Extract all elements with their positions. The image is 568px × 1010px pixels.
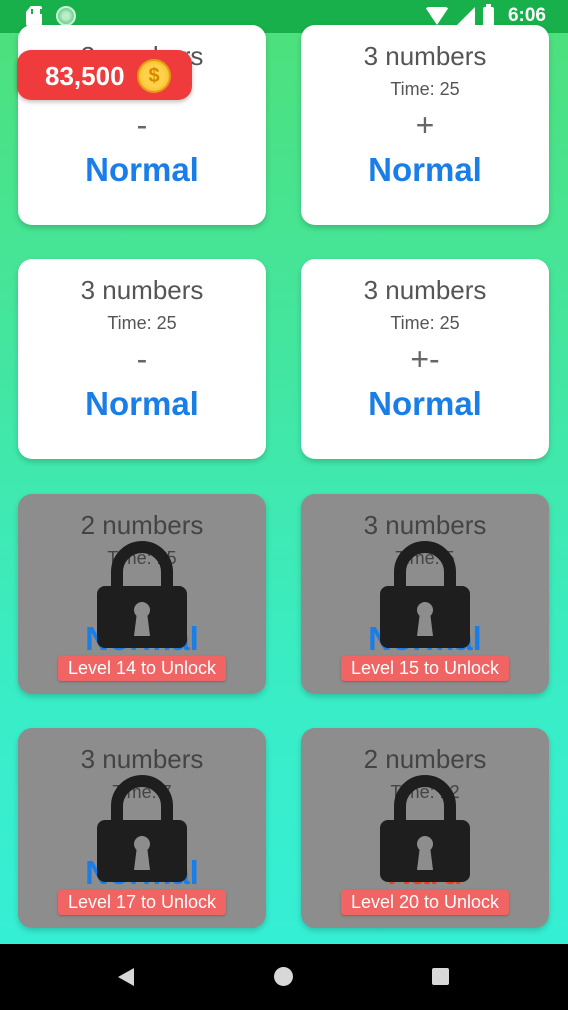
sd-card-icon	[26, 6, 42, 26]
level-card-4[interactable]: 3 numbers Time: 25 +- Normal	[301, 259, 549, 459]
lock-icon	[380, 541, 470, 648]
lock-icon	[380, 775, 470, 882]
signal-icon	[456, 7, 475, 25]
level-number-count: 3 numbers	[363, 510, 487, 540]
notification-dots-icon	[56, 6, 76, 26]
level-card-3[interactable]: 3 numbers Time: 25 - Normal	[18, 259, 266, 459]
lock-icon	[97, 541, 187, 648]
level-operator: -	[136, 107, 148, 143]
level-number-count: 3 numbers	[363, 41, 487, 71]
level-number-count: 3 numbers	[363, 275, 487, 305]
level-card-2[interactable]: 3 numbers Time: 25 + Normal	[301, 25, 549, 225]
home-icon[interactable]	[274, 967, 293, 986]
level-number-count: 3 numbers	[80, 744, 204, 774]
level-card-5-locked[interactable]: 2 numbers Time: 15 +- Normal Level 14 to…	[18, 494, 266, 694]
level-operator: +	[415, 107, 435, 143]
level-difficulty: Normal	[85, 385, 199, 422]
level-number-count: 2 numbers	[363, 744, 487, 774]
coin-icon: $	[137, 59, 171, 93]
system-nav-bar	[0, 944, 568, 1010]
unlock-requirement-badge: Level 20 to Unlock	[341, 890, 509, 915]
level-difficulty: Normal	[85, 151, 199, 188]
level-card-8-locked[interactable]: 2 numbers Time: 12 × Hard Level 20 to Un…	[301, 728, 549, 928]
level-difficulty: Normal	[368, 151, 482, 188]
level-operator: +-	[410, 341, 440, 377]
wifi-icon	[424, 7, 449, 25]
level-card-6-locked[interactable]: 3 numbers Time: 5 +- Normal Level 15 to …	[301, 494, 549, 694]
coin-balance: 83,500	[45, 61, 125, 91]
unlock-requirement-badge: Level 15 to Unlock	[341, 656, 509, 681]
level-time: Time: 25	[390, 313, 460, 333]
back-icon[interactable]	[118, 968, 134, 986]
level-operator: -	[136, 341, 148, 377]
level-number-count: 2 numbers	[80, 510, 204, 540]
recents-icon[interactable]	[432, 968, 449, 985]
level-card-7-locked[interactable]: 3 numbers Time: 7 +-× Normal Level 17 to…	[18, 728, 266, 928]
battery-icon	[482, 3, 494, 26]
level-time: Time: 25	[107, 313, 177, 333]
clock: 6:06	[507, 5, 546, 26]
unlock-requirement-badge: Level 17 to Unlock	[58, 890, 226, 915]
coin-balance-badge: 83,500 $	[17, 50, 192, 100]
unlock-requirement-badge: Level 14 to Unlock	[58, 656, 226, 681]
level-number-count: 3 numbers	[80, 275, 204, 305]
level-time: Time: 25	[390, 79, 460, 99]
lock-icon	[97, 775, 187, 882]
level-difficulty: Normal	[368, 385, 482, 422]
